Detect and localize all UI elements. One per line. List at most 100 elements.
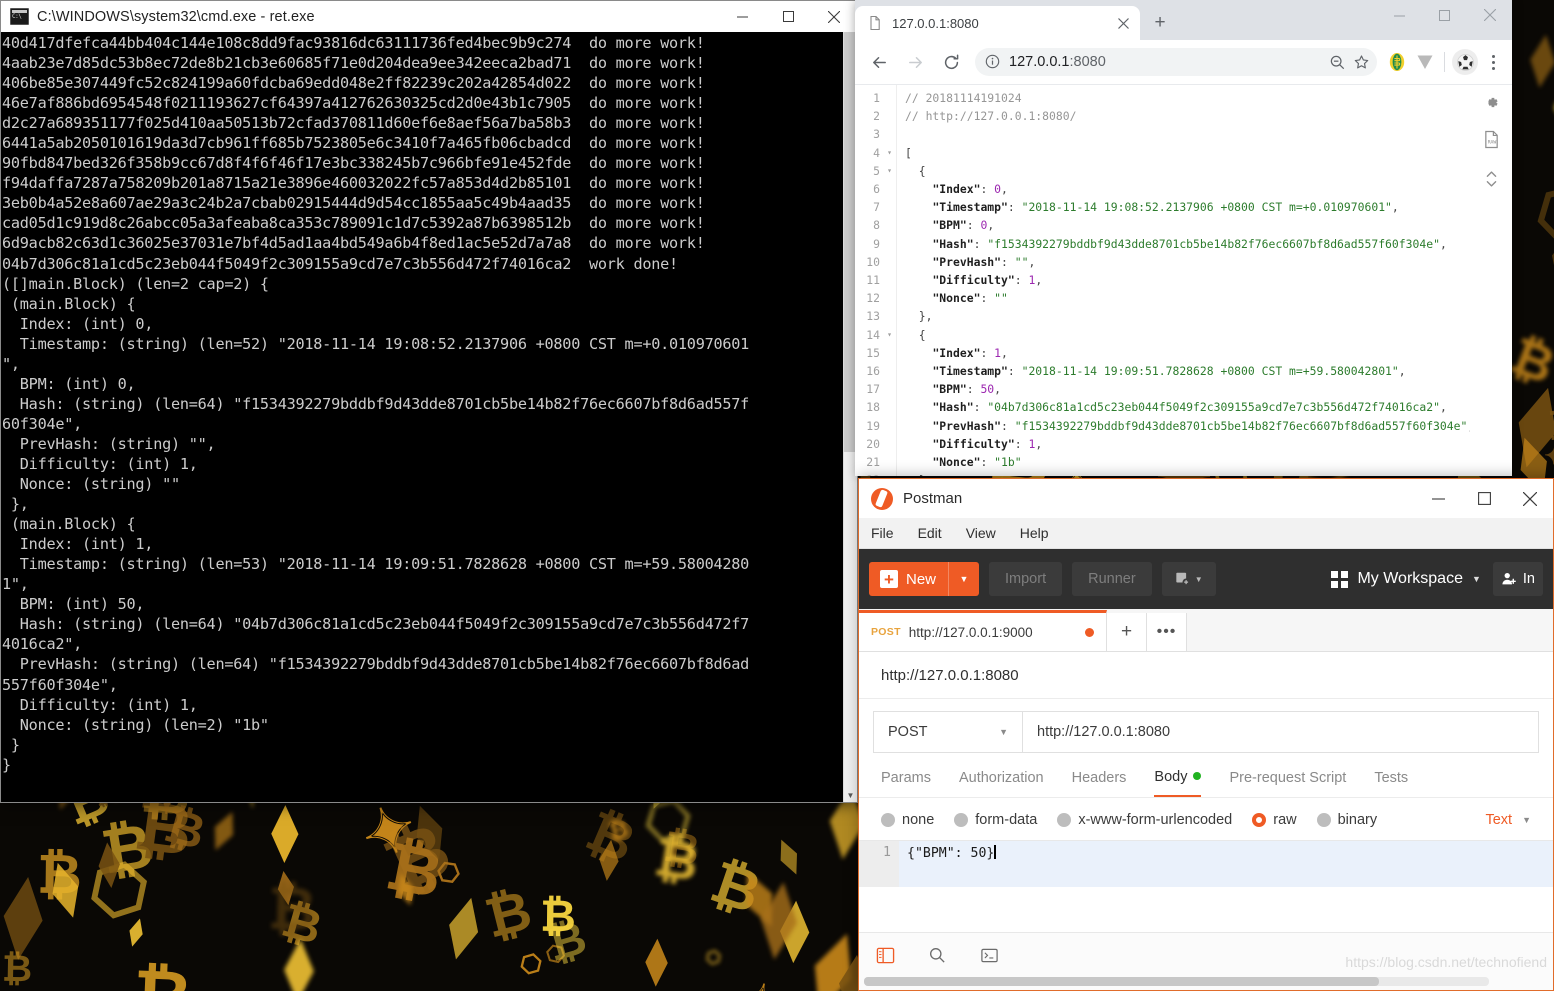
menu-item-view[interactable]: View <box>966 525 996 541</box>
json-fold-marker[interactable] <box>883 307 896 325</box>
json-fold-marker[interactable] <box>883 435 896 453</box>
workspace-selector[interactable]: My Workspace ▼ <box>1331 570 1481 588</box>
json-fold-marker[interactable] <box>883 289 896 307</box>
json-fold-marker[interactable] <box>883 362 896 380</box>
chevron-down-icon[interactable]: ▼ <box>948 562 979 596</box>
horizontal-scrollbar-thumb[interactable] <box>864 977 1379 986</box>
request-url-input[interactable]: http://127.0.0.1:8080 <box>1023 711 1539 753</box>
import-button[interactable]: Import <box>989 562 1063 596</box>
json-fold-marker[interactable] <box>883 344 896 362</box>
json-fold-marker[interactable] <box>883 453 896 471</box>
tab-tests[interactable]: Tests <box>1374 770 1408 796</box>
invite-button[interactable]: In <box>1492 562 1543 596</box>
new-tab-button[interactable]: + <box>1146 9 1174 37</box>
json-fold-marker[interactable]: ▾ <box>883 326 896 344</box>
raw-document-icon[interactable]: RAW <box>1483 130 1500 154</box>
chrome-browser-window: 127.0.0.1:8080 + 127.0.0.1:8080 1 2 3 4 … <box>855 0 1512 476</box>
gear-icon[interactable] <box>1483 94 1500 116</box>
sidebar-toggle-icon[interactable] <box>873 943 897 967</box>
body-type-raw[interactable]: raw <box>1252 812 1297 828</box>
json-fold-marker[interactable] <box>883 107 896 125</box>
menu-item-file[interactable]: File <box>871 525 894 541</box>
body-type-x-www-form-urlencoded[interactable]: x-www-form-urlencoded <box>1057 812 1232 828</box>
star-icon[interactable] <box>1349 50 1373 74</box>
json-fold-marker[interactable] <box>883 253 896 271</box>
cmd-scroll-down-icon[interactable]: ▼ <box>844 789 857 802</box>
chevron-down-icon[interactable]: ▼ <box>1472 574 1481 584</box>
close-icon[interactable] <box>1115 15 1132 32</box>
cmd-close-button[interactable] <box>811 1 857 32</box>
info-circle-icon[interactable] <box>985 54 1001 70</box>
back-icon[interactable] <box>864 47 894 77</box>
tab-params[interactable]: Params <box>881 770 931 796</box>
json-fold-marker[interactable] <box>883 271 896 289</box>
json-fold-marker[interactable] <box>883 417 896 435</box>
profile-avatar[interactable] <box>1452 49 1478 75</box>
console-icon[interactable] <box>977 943 1001 967</box>
json-fold-marker[interactable] <box>883 180 896 198</box>
search-icon[interactable] <box>925 943 949 967</box>
v-extension-icon[interactable] <box>1411 48 1439 76</box>
request-tab[interactable]: POST http://127.0.0.1:9000 <box>859 610 1107 651</box>
runner-button[interactable]: Runner <box>1072 562 1152 596</box>
cmd-minimize-button[interactable] <box>719 1 765 32</box>
chevron-down-icon[interactable]: ▼ <box>1522 815 1531 825</box>
coin-extension-icon[interactable] <box>1383 48 1411 76</box>
json-fold-marker[interactable] <box>883 198 896 216</box>
menu-item-edit[interactable]: Edit <box>918 525 942 541</box>
cmd-maximize-button[interactable] <box>765 1 811 32</box>
request-body-editor[interactable]: 1 {"BPM": 50} <box>859 840 1553 887</box>
json-fold-marker[interactable] <box>883 380 896 398</box>
radio-button-icon[interactable] <box>954 813 969 827</box>
json-fold-marker[interactable] <box>883 216 896 234</box>
menu-item-help[interactable]: Help <box>1020 525 1049 541</box>
json-fold-marker[interactable]: ▾ <box>883 162 896 180</box>
editor-content[interactable]: {"BPM": 50} <box>899 841 1553 887</box>
new-window-button[interactable]: ▼ <box>1161 562 1216 596</box>
body-type-binary[interactable]: binary <box>1316 812 1377 828</box>
request-tab-more-button[interactable]: ••• <box>1147 613 1187 651</box>
three-dot-menu-icon[interactable] <box>1480 54 1506 70</box>
json-viewer: 12345678910111213141516171819202122 ▾▾ ▾… <box>855 85 1470 476</box>
radio-button-icon[interactable] <box>1057 813 1072 827</box>
json-fold-marker[interactable] <box>883 398 896 416</box>
address-bar[interactable]: 127.0.0.1:8080 <box>975 48 1377 76</box>
http-method-select[interactable]: POST ▼ <box>873 711 1023 753</box>
tab-body[interactable]: Body <box>1154 769 1202 797</box>
postman-maximize-button[interactable] <box>1461 479 1507 518</box>
wallpaper-coin-glyph: ⧫ <box>283 935 315 991</box>
chevron-down-icon[interactable]: ▼ <box>1195 575 1203 584</box>
browser-tab[interactable]: 127.0.0.1:8080 <box>855 6 1140 40</box>
body-type-form-data[interactable]: form-data <box>954 812 1037 828</box>
expand-collapse-icon[interactable] <box>1484 168 1499 195</box>
json-fold-marker[interactable] <box>883 89 896 107</box>
tab-headers[interactable]: Headers <box>1072 770 1127 796</box>
postman-minimize-button[interactable] <box>1415 479 1461 518</box>
chevron-down-icon[interactable]: ▼ <box>999 727 1008 737</box>
reload-icon[interactable] <box>936 47 966 77</box>
add-request-tab-button[interactable]: + <box>1107 613 1147 651</box>
json-fold-markers[interactable]: ▾ ▾ ▾ <box>883 85 896 476</box>
postman-close-button[interactable] <box>1507 479 1553 518</box>
browser-maximize-button[interactable] <box>1422 0 1467 30</box>
tab-authorization[interactable]: Authorization <box>959 770 1044 796</box>
radio-button-icon[interactable] <box>1252 813 1267 827</box>
json-fold-marker[interactable] <box>883 125 896 143</box>
json-line: "PrevHash": "", <box>932 254 1036 269</box>
radio-button-icon[interactable] <box>881 813 895 827</box>
json-fold-marker[interactable] <box>883 235 896 253</box>
tab-pre-request-script[interactable]: Pre-request Script <box>1229 770 1346 796</box>
radio-button-icon[interactable] <box>1316 813 1331 827</box>
horizontal-scrollbar[interactable] <box>864 977 1489 986</box>
body-type-none[interactable]: none <box>881 812 934 828</box>
content-type-select[interactable]: Text ▼ <box>1485 812 1531 828</box>
browser-minimize-button[interactable] <box>1377 0 1422 30</box>
zoom-out-icon[interactable] <box>1325 50 1349 74</box>
browser-close-button[interactable] <box>1467 0 1512 30</box>
new-button[interactable]: + New ▼ <box>869 562 980 596</box>
json-fold-marker[interactable]: ▾ <box>883 144 896 162</box>
json-fold-marker[interactable] <box>883 471 896 476</box>
json-line-number: 16 <box>866 364 880 379</box>
forward-icon[interactable] <box>900 47 930 77</box>
json-line: } <box>905 471 1470 476</box>
